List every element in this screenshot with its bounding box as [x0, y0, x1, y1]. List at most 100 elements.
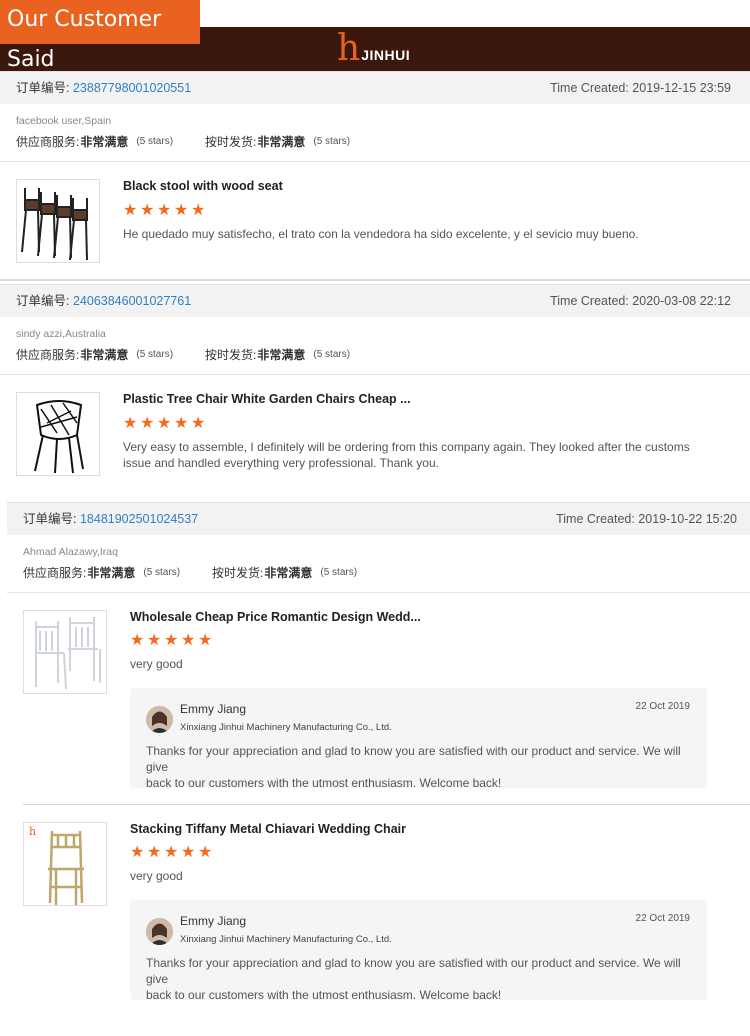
order-number-link[interactable]: 23887798001020551: [73, 81, 191, 95]
shipping-rating: 按时发货: 非常满意 (5 stars): [212, 564, 357, 581]
product-title[interactable]: Plastic Tree Chair White Garden Chairs C…: [123, 392, 411, 406]
shipping-stars: (5 stars): [320, 567, 358, 578]
service-rating: 供应商服务: 非常满意 (5 stars): [23, 564, 180, 581]
order-header: 订单编号: 18481902501024537 Time Created: 20…: [7, 502, 750, 535]
buyer-name: sindy azzi,Australia: [16, 328, 106, 340]
service-value: 非常满意: [87, 566, 136, 580]
supplier-ratings: 供应商服务: 非常满意 (5 stars) 按时发货: 非常满意 (5 star…: [0, 346, 750, 363]
shipping-label: 按时发货:: [212, 566, 264, 580]
review-comment: very good: [130, 657, 183, 671]
shipping-rating: 按时发货: 非常满意 (5 stars): [205, 133, 350, 150]
review-comment: He quedado muy satisfecho, el trato con …: [123, 227, 639, 241]
order-time: Time Created: 2019-12-15 23:59: [550, 81, 731, 95]
divider: [23, 804, 750, 805]
review-comment-line: issue and handled everything very profes…: [123, 456, 439, 470]
order-number-label: 订单编号:: [16, 81, 70, 95]
star-icon: ★: [181, 844, 196, 861]
product-image-bar-stools[interactable]: [16, 179, 100, 263]
product-image-wedding-chair-clear[interactable]: [23, 610, 107, 694]
service-label: 供应商服务:: [23, 566, 87, 580]
star-icon: ★: [164, 632, 179, 649]
service-rating: 供应商服务: 非常满意 (5 stars): [16, 133, 173, 150]
order-card: 订单编号: 23887798001020551 Time Created: 20…: [0, 71, 750, 150]
reply-author: Emmy Jiang: [180, 702, 247, 716]
reply-text-line: Thanks for your appreciation and glad to…: [146, 956, 681, 986]
order-header: 订单编号: 23887798001020551 Time Created: 20…: [0, 71, 750, 104]
avatar: [146, 706, 173, 733]
star-rating: ★ ★ ★ ★ ★: [123, 202, 206, 219]
service-value: 非常满意: [80, 135, 129, 149]
reply-company: Xinxiang Jinhui Machinery Manufacturing …: [180, 934, 392, 945]
order-card: 订单编号: 18481902501024537 Time Created: 20…: [7, 502, 750, 581]
product-title[interactable]: Wholesale Cheap Price Romantic Design We…: [130, 610, 421, 624]
service-label: 供应商服务:: [16, 348, 80, 362]
product-title[interactable]: Black stool with wood seat: [123, 179, 283, 193]
order-card: 订单编号: 24063846001027761 Time Created: 20…: [0, 284, 750, 363]
star-icon: ★: [140, 415, 155, 432]
buyer-name: facebook user,Spain: [16, 115, 112, 127]
product-image-tree-chair[interactable]: [16, 392, 100, 476]
order-number-link[interactable]: 18481902501024537: [80, 512, 198, 526]
order-number-label: 订单编号:: [16, 294, 70, 308]
service-stars: (5 stars): [143, 567, 181, 578]
reply-text: Thanks for your appreciation and glad to…: [146, 955, 687, 1003]
service-stars: (5 stars): [136, 349, 174, 360]
star-icon: ★: [130, 844, 145, 861]
star-rating: ★ ★ ★ ★ ★: [130, 844, 212, 861]
star-icon: ★: [164, 844, 179, 861]
order-number-link[interactable]: 24063846001027761: [73, 294, 191, 308]
reply-text-line: back to our customers with the utmost en…: [146, 988, 502, 1002]
order-time: Time Created: 2020-03-08 22:12: [550, 294, 731, 308]
product-image-chiavari-chair[interactable]: h: [23, 822, 107, 906]
star-icon: ★: [157, 202, 172, 219]
star-icon: ★: [157, 415, 172, 432]
order-number: 订单编号: 24063846001027761: [16, 285, 191, 317]
shipping-rating: 按时发货: 非常满意 (5 stars): [205, 346, 350, 363]
supplier-ratings: 供应商服务: 非常满意 (5 stars) 按时发货: 非常满意 (5 star…: [7, 564, 750, 581]
shipping-value: 非常满意: [257, 135, 306, 149]
order-number-label: 订单编号:: [23, 512, 77, 526]
logo-letter: h: [337, 28, 361, 69]
shipping-value: 非常满意: [257, 348, 306, 362]
star-icon: ★: [147, 632, 162, 649]
star-rating: ★ ★ ★ ★ ★: [123, 415, 206, 432]
supplier-ratings: 供应商服务: 非常满意 (5 stars) 按时发货: 非常满意 (5 star…: [0, 133, 750, 150]
review-page: Our Customer Said h JINHUI 订单编号: 2388779…: [0, 0, 750, 1036]
shipping-value: 非常满意: [264, 566, 313, 580]
reply-text: Thanks for your appreciation and glad to…: [146, 743, 687, 791]
star-icon: ★: [123, 415, 138, 432]
order-number: 订单编号: 18481902501024537: [23, 503, 198, 535]
shipping-label: 按时发货:: [205, 135, 257, 149]
reply-date: 22 Oct 2019: [635, 913, 690, 924]
reply-company: Xinxiang Jinhui Machinery Manufacturing …: [180, 722, 392, 733]
reply-text-line: Thanks for your appreciation and glad to…: [146, 744, 681, 774]
shipping-stars: (5 stars): [313, 349, 351, 360]
svg-text:h: h: [29, 825, 36, 838]
divider: [0, 279, 750, 281]
order-time: Time Created: 2019-10-22 15:20: [556, 512, 737, 526]
star-icon: ★: [130, 632, 145, 649]
review-comment: Very easy to assemble, I definitely will…: [123, 439, 723, 471]
product-title[interactable]: Stacking Tiffany Metal Chiavari Wedding …: [130, 822, 406, 836]
star-icon: ★: [191, 415, 206, 432]
divider: [0, 161, 750, 162]
star-icon: ★: [123, 202, 138, 219]
reply-author: Emmy Jiang: [180, 914, 247, 928]
star-icon: ★: [174, 202, 189, 219]
jinhui-logo: h JINHUI: [337, 28, 410, 69]
star-icon: ★: [174, 415, 189, 432]
reply-date: 22 Oct 2019: [635, 701, 690, 712]
star-icon: ★: [181, 632, 196, 649]
order-header: 订单编号: 24063846001027761 Time Created: 20…: [0, 284, 750, 317]
star-icon: ★: [191, 202, 206, 219]
review-comment-line: Very easy to assemble, I definitely will…: [123, 440, 690, 454]
shipping-label: 按时发货:: [205, 348, 257, 362]
star-icon: ★: [140, 202, 155, 219]
divider: [7, 592, 750, 593]
service-stars: (5 stars): [136, 136, 174, 147]
supplier-reply: Emmy Jiang Xinxiang Jinhui Machinery Man…: [130, 900, 707, 1003]
service-label: 供应商服务:: [16, 135, 80, 149]
review-comment: very good: [130, 869, 183, 883]
divider: [0, 374, 750, 375]
star-icon: ★: [147, 844, 162, 861]
